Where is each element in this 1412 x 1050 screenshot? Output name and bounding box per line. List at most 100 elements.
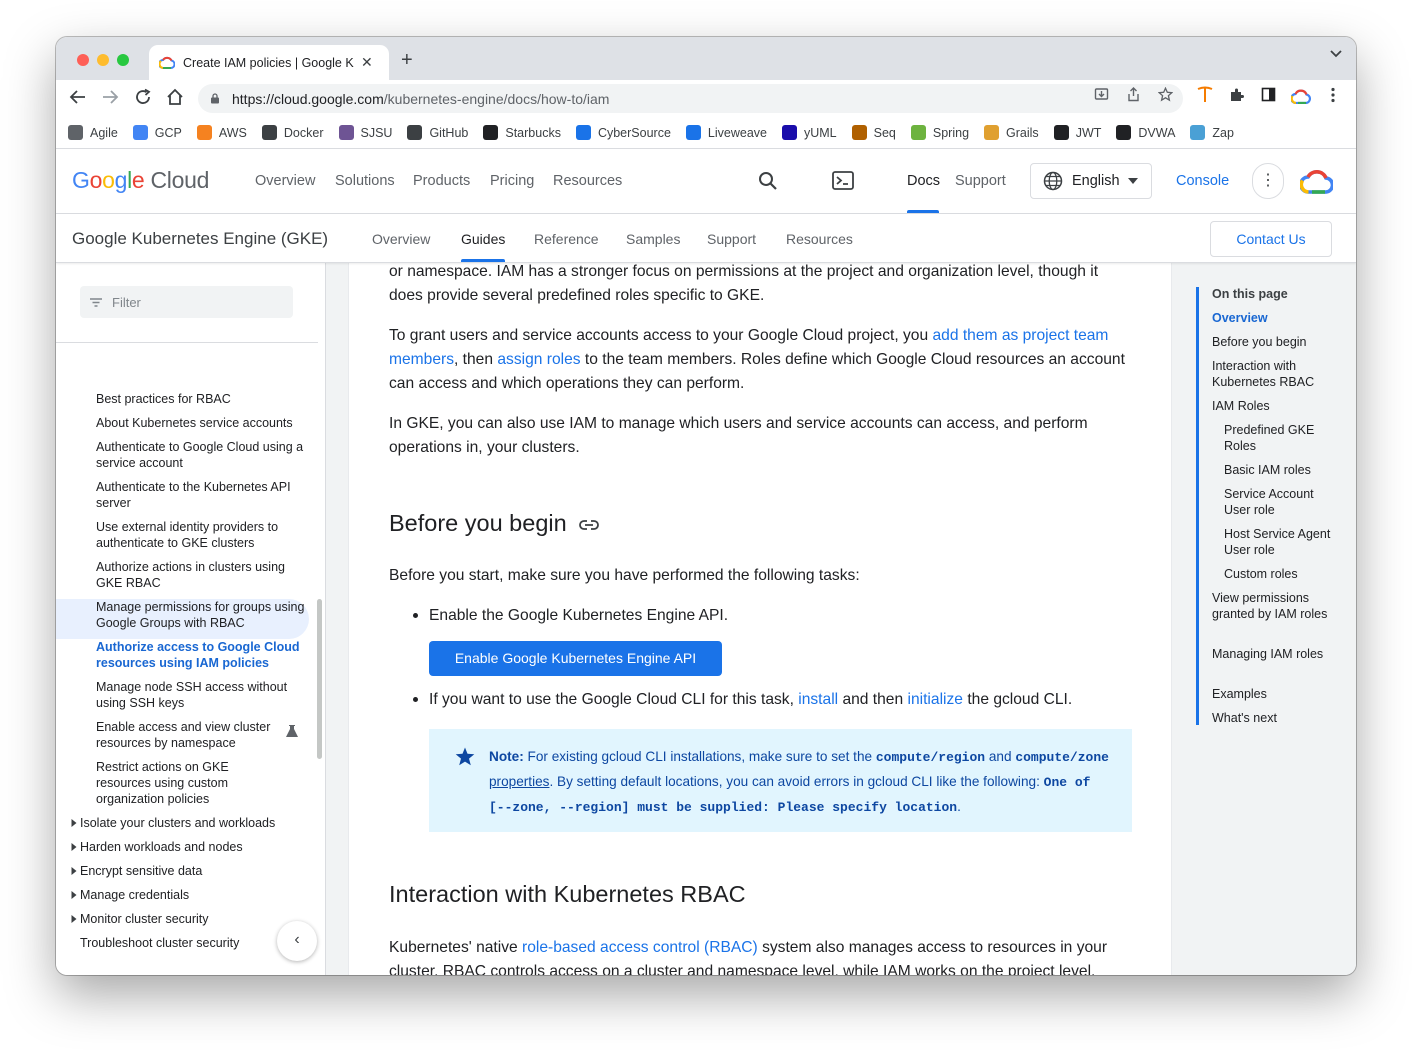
zoom-window-button[interactable] bbox=[117, 54, 129, 66]
enable-api-button[interactable]: Enable Google Kubernetes Engine API bbox=[429, 641, 722, 676]
more-options-button[interactable]: ⋮ bbox=[1252, 163, 1284, 199]
bookmark-seq[interactable]: Seq bbox=[851, 125, 896, 140]
initialize-link[interactable]: initialize bbox=[908, 691, 963, 708]
share-icon[interactable] bbox=[1126, 87, 1141, 102]
bookmark-sjsu[interactable]: SJSU bbox=[338, 125, 392, 140]
nav-section[interactable]: Harden workloads and nodes bbox=[71, 839, 243, 855]
nav-item[interactable]: Manage permissions for groups using Goog… bbox=[96, 599, 306, 631]
toc-item[interactable]: Examples bbox=[1212, 686, 1342, 702]
nav-item-active[interactable]: Authorize access to Google Cloud resourc… bbox=[96, 639, 306, 671]
bookmark-dvwa[interactable]: DVWA bbox=[1116, 125, 1175, 140]
home-icon[interactable] bbox=[164, 88, 186, 106]
bookmark-cybersource[interactable]: CyberSource bbox=[575, 125, 671, 140]
toc-item[interactable]: Interaction with Kubernetes RBAC bbox=[1212, 358, 1342, 390]
google-cloud-account-icon[interactable] bbox=[1300, 169, 1333, 195]
contact-us-button[interactable]: Contact Us bbox=[1210, 221, 1332, 257]
bookmark-grails[interactable]: Grails bbox=[984, 125, 1039, 140]
nav-item[interactable]: Best practices for RBAC bbox=[96, 391, 306, 407]
bookmark-yuml[interactable]: yUML bbox=[781, 125, 837, 140]
sidebar-scrollbar[interactable] bbox=[317, 599, 322, 759]
header-nav-products[interactable]: Products bbox=[413, 173, 470, 189]
nav-item[interactable]: Authenticate to Google Cloud using a ser… bbox=[96, 439, 306, 471]
google-cloud-logo[interactable]: Google Cloud bbox=[72, 167, 209, 194]
tab-overview[interactable]: Overview bbox=[372, 231, 430, 247]
forward-arrow-icon[interactable] bbox=[99, 88, 121, 106]
header-nav-support[interactable]: Support bbox=[955, 173, 1006, 189]
google-cloud-extension-icon[interactable] bbox=[1291, 89, 1311, 104]
install-link[interactable]: install bbox=[798, 691, 838, 708]
text: For existing gcloud CLI installations, m… bbox=[523, 749, 876, 764]
tab-support[interactable]: Support bbox=[707, 231, 756, 247]
nav-item[interactable]: Manage node SSH access without using SSH… bbox=[96, 679, 306, 711]
toc-item[interactable]: What's next bbox=[1212, 710, 1342, 726]
toc-item[interactable]: Managing IAM roles bbox=[1212, 646, 1342, 662]
toc-item[interactable]: IAM Roles bbox=[1212, 398, 1342, 414]
nav-item[interactable]: Use external identity providers to authe… bbox=[96, 519, 306, 551]
assign-roles-link[interactable]: assign roles bbox=[497, 351, 580, 368]
tab-search-chevron-icon[interactable] bbox=[1330, 50, 1342, 58]
header-nav-overview[interactable]: Overview bbox=[255, 173, 315, 189]
bookmark-liveweave[interactable]: Liveweave bbox=[685, 125, 767, 140]
close-window-button[interactable] bbox=[77, 54, 89, 66]
install-app-icon[interactable] bbox=[1094, 87, 1109, 102]
nav-section[interactable]: Isolate your clusters and workloads bbox=[71, 815, 275, 831]
toc-item[interactable]: Custom roles bbox=[1224, 566, 1342, 582]
tab-samples[interactable]: Samples bbox=[626, 231, 680, 247]
bookmark-aws[interactable]: AWS bbox=[196, 125, 247, 140]
extension-t-icon[interactable] bbox=[1197, 86, 1213, 103]
toc-item[interactable]: Predefined GKE Roles bbox=[1224, 422, 1342, 454]
bookmark-github[interactable]: GitHub bbox=[407, 125, 468, 140]
search-icon[interactable] bbox=[758, 171, 778, 191]
sidebar-panel-icon[interactable] bbox=[1261, 87, 1276, 102]
minimize-window-button[interactable] bbox=[97, 54, 109, 66]
bookmark-starbucks[interactable]: Starbucks bbox=[483, 125, 561, 140]
bookmark-docker[interactable]: Docker bbox=[261, 125, 324, 140]
tab-guides[interactable]: Guides bbox=[461, 231, 505, 247]
bookmark-agile[interactable]: Agile bbox=[68, 125, 118, 140]
header-nav-solutions[interactable]: Solutions bbox=[335, 173, 395, 189]
nav-section[interactable]: Encrypt sensitive data bbox=[71, 863, 202, 879]
toc-item[interactable]: Basic IAM roles bbox=[1224, 462, 1342, 478]
console-link[interactable]: Console bbox=[1176, 173, 1229, 189]
back-arrow-icon[interactable] bbox=[67, 88, 89, 106]
bookmark-gcp[interactable]: GCP bbox=[132, 125, 182, 140]
nav-item[interactable]: Enable access and view cluster resources… bbox=[96, 719, 306, 751]
toc-item[interactable]: Host Service Agent User role bbox=[1224, 526, 1342, 558]
language-selector[interactable]: English bbox=[1030, 163, 1152, 199]
nav-item[interactable]: Troubleshoot cluster security bbox=[80, 935, 239, 951]
tab-resources[interactable]: Resources bbox=[786, 231, 853, 247]
header-nav-docs[interactable]: Docs bbox=[907, 173, 940, 189]
toc-item[interactable]: Service Account User role bbox=[1224, 486, 1342, 518]
header-nav-pricing[interactable]: Pricing bbox=[490, 173, 534, 189]
toc-item-overview[interactable]: Overview bbox=[1212, 310, 1342, 326]
nav-section[interactable]: Monitor cluster security bbox=[71, 911, 209, 927]
close-tab-icon[interactable]: ✕ bbox=[361, 54, 373, 71]
tab-reference[interactable]: Reference bbox=[534, 231, 599, 247]
reload-icon[interactable] bbox=[132, 88, 154, 106]
nav-item[interactable]: About Kubernetes service accounts bbox=[96, 415, 306, 431]
new-tab-button[interactable]: + bbox=[401, 49, 413, 72]
collapse-sidebar-button[interactable]: ‹ bbox=[277, 921, 317, 961]
bookmark-star-icon[interactable] bbox=[1158, 87, 1173, 102]
nav-item[interactable]: Authorize actions in clusters using GKE … bbox=[96, 559, 306, 591]
browser-menu-icon[interactable] bbox=[1330, 87, 1336, 103]
properties-link[interactable]: properties bbox=[489, 774, 549, 789]
bookmark-spring[interactable]: Spring bbox=[910, 125, 969, 140]
extensions-puzzle-icon[interactable] bbox=[1229, 87, 1245, 103]
nav-item[interactable]: Restrict actions on GKE resources using … bbox=[96, 759, 276, 807]
lock-icon[interactable] bbox=[210, 93, 220, 104]
bookmark-zap[interactable]: Zap bbox=[1190, 125, 1234, 140]
header-nav-resources[interactable]: Resources bbox=[553, 173, 622, 189]
anchor-link-icon[interactable] bbox=[579, 519, 600, 531]
nav-item[interactable]: Authenticate to the Kubernetes API serve… bbox=[96, 479, 306, 511]
bookmark-jwt[interactable]: JWT bbox=[1053, 125, 1101, 140]
rbac-link[interactable]: role-based access control (RBAC) bbox=[522, 939, 758, 956]
product-name[interactable]: Google Kubernetes Engine (GKE) bbox=[72, 229, 328, 249]
filter-input[interactable]: Filter bbox=[80, 286, 293, 318]
toc-item[interactable]: View permissions granted by IAM roles bbox=[1212, 590, 1342, 622]
toc-item[interactable]: Before you begin bbox=[1212, 334, 1342, 350]
address-bar[interactable]: https://cloud.google.com/kubernetes-engi… bbox=[198, 84, 1183, 113]
nav-section[interactable]: Manage credentials bbox=[71, 887, 189, 903]
browser-tab-active[interactable]: Create IAM policies | Google K ✕ bbox=[149, 45, 389, 80]
cloud-shell-terminal-icon[interactable] bbox=[832, 171, 854, 190]
